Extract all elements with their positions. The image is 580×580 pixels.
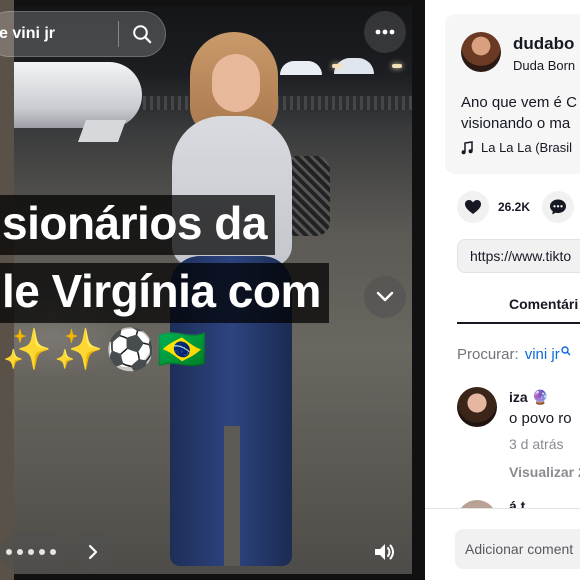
airplane-nose	[12, 62, 142, 128]
music-note-icon	[461, 140, 473, 154]
author-username[interactable]: dudabo	[513, 34, 574, 54]
action-bar: 26.2K	[457, 190, 575, 224]
view-replies-button[interactable]: Visualizar 2	[509, 464, 580, 480]
search-icon	[561, 345, 571, 355]
airplane-wing	[77, 120, 127, 142]
music-title[interactable]: La La La (Brasil	[481, 140, 572, 155]
like-count: 26.2K	[498, 200, 531, 214]
like-button[interactable]	[457, 191, 489, 223]
comment-button[interactable]	[542, 191, 575, 223]
comment-time: 3 d atrás	[509, 436, 564, 452]
video-search-query[interactable]: e vini jr	[0, 25, 118, 43]
video-search-bar[interactable]: e vini jr	[0, 11, 166, 57]
person-leg-gap	[224, 426, 240, 566]
video-search-button[interactable]	[119, 11, 165, 57]
related-search[interactable]: Procurar: vini jr	[457, 345, 571, 363]
author-avatar[interactable]	[461, 32, 501, 72]
related-search-label: Procurar:	[457, 346, 519, 363]
author-nickname[interactable]: Duda Born	[513, 58, 575, 73]
next-video-button[interactable]	[364, 276, 406, 318]
comment-footer: Adicionar coment	[425, 508, 580, 580]
video-caption-emojis: ✨✨⚽🇧🇷	[2, 328, 210, 372]
tab-comments-underline	[457, 322, 580, 324]
chevron-down-icon	[376, 291, 394, 302]
more-options-button[interactable]	[364, 11, 406, 53]
post-description-card: dudabo Duda Born Ano que vem é C visiona…	[445, 14, 580, 174]
chevron-right-icon	[88, 544, 98, 560]
photo-carousel-dots[interactable]	[0, 534, 66, 570]
video-caption-line-2: le Virgínia com	[0, 263, 329, 323]
tab-comments[interactable]: Comentári	[509, 296, 578, 312]
commenter-username[interactable]: iza 🔮	[509, 389, 549, 406]
person-face	[212, 54, 260, 112]
comments-tab-bar: Comentári	[457, 282, 580, 324]
music-info[interactable]: La La La (Brasil	[461, 140, 572, 155]
video-player[interactable]: sionários da le Virgínia com ✨✨⚽🇧🇷 e vin…	[0, 0, 425, 580]
more-icon	[375, 29, 395, 35]
volume-icon	[375, 544, 394, 560]
details-panel: dudabo Duda Born Ano que vem é C visiona…	[425, 0, 580, 580]
related-search-link[interactable]: vini jr	[525, 346, 560, 363]
comment-icon	[550, 199, 567, 215]
video-caption-line-1: sionários da	[0, 195, 275, 255]
comment-text: o povo ro	[509, 410, 572, 427]
volume-button[interactable]	[366, 533, 404, 571]
carousel-next-button[interactable]	[74, 533, 112, 571]
add-comment-input[interactable]: Adicionar coment	[455, 529, 580, 569]
heart-icon	[465, 200, 481, 214]
post-description: Ano que vem é C visionando o ma	[461, 94, 577, 132]
commenter-avatar[interactable]	[457, 387, 497, 427]
share-link-field[interactable]: https://www.tikto	[457, 239, 580, 273]
search-icon	[133, 25, 152, 44]
app-root: sionários da le Virgínia com ✨✨⚽🇧🇷 e vin…	[0, 0, 580, 580]
